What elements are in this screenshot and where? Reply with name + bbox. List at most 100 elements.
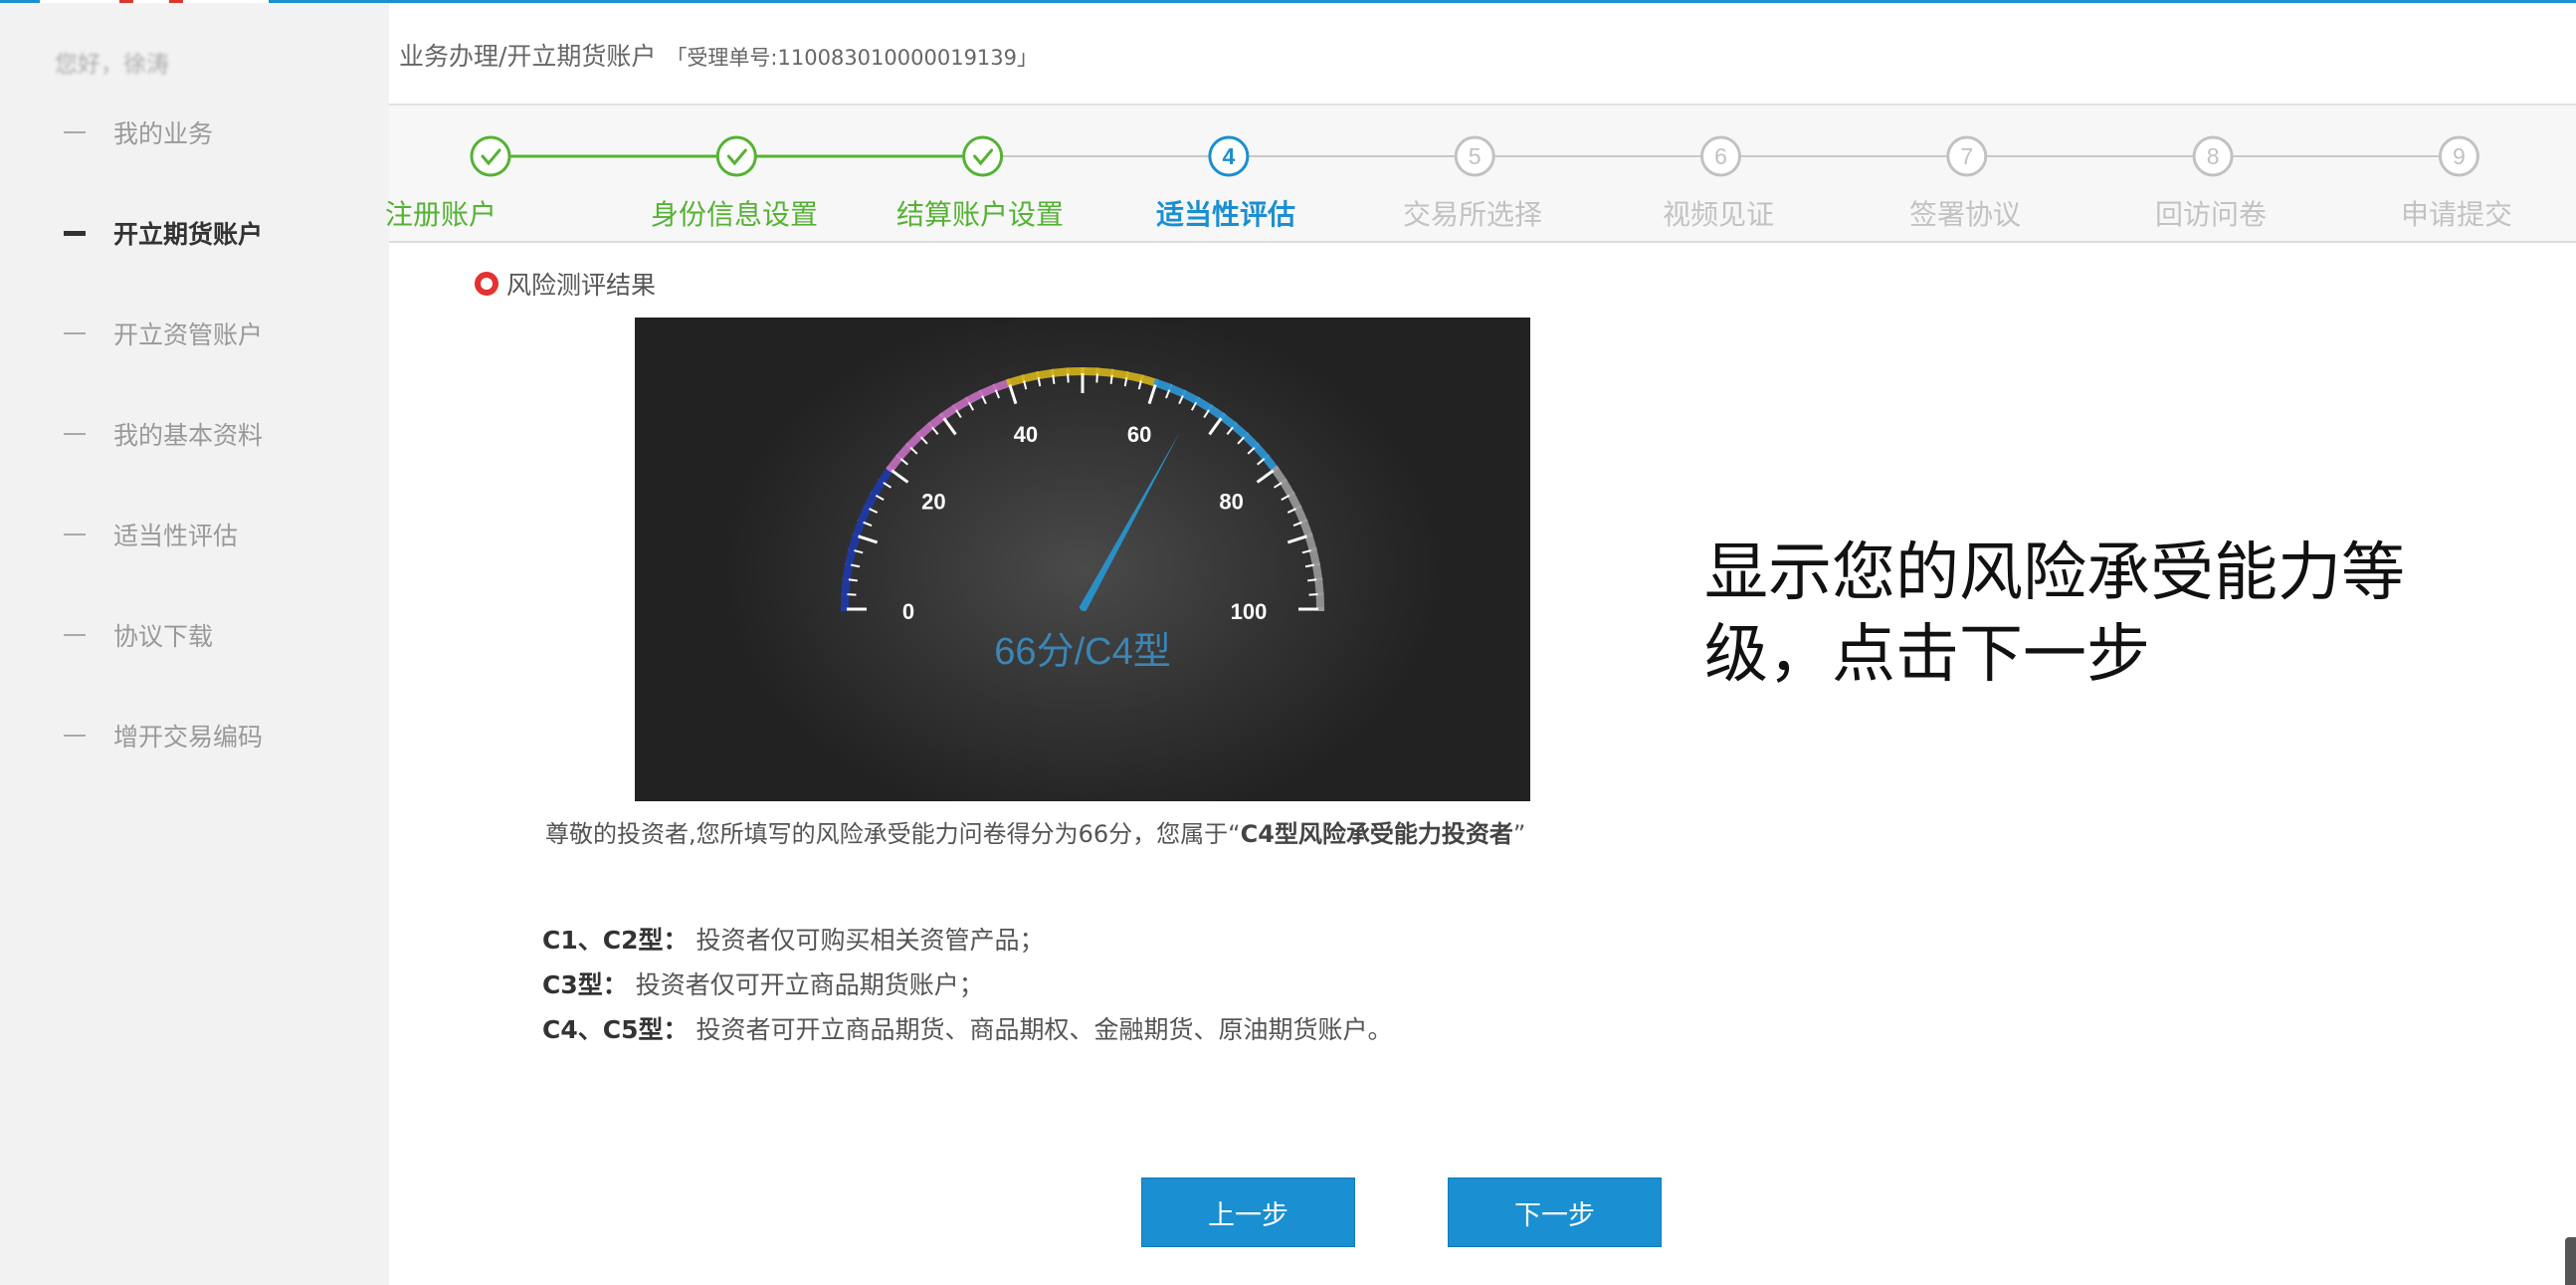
- gauge-tick-label: 0: [902, 599, 914, 624]
- next-step-button[interactable]: 下一步: [1448, 1178, 1662, 1247]
- user-greeting: 您好，徐涛: [55, 52, 169, 78]
- result-level: C4型风险承受能力投资者: [1240, 820, 1513, 848]
- sidebar-item-label: 我的业务: [113, 119, 214, 148]
- gauge-tick-label: 40: [1014, 422, 1038, 447]
- gauge-tick-color: [1305, 533, 1313, 538]
- risk-result-text: 尊敬的投资者,您所填写的风险承受能力问卷得分为66分，您属于“C4型风险承受能力…: [545, 814, 1525, 849]
- step-8-marker: 8: [2192, 135, 2234, 177]
- step-6-marker: 6: [1700, 135, 1741, 177]
- dash-icon: [64, 534, 86, 535]
- risk-gauge: 0 20 40 60 80 100 66分/C4型: [724, 318, 1441, 801]
- gauge-tick-color: [938, 412, 946, 420]
- step-1-marker: [470, 135, 511, 177]
- sidebar-item-my-business[interactable]: 我的业务: [64, 114, 213, 150]
- application-number: 「受理单号:110083010000019139」: [666, 46, 1039, 70]
- rule-text: 投资者可开立商品期货、商品期权、金融期货、原油期货账户。: [695, 1015, 1393, 1044]
- prev-step-button[interactable]: 上一步: [1141, 1178, 1355, 1247]
- sidebar-item-label: 增开交易编码: [113, 723, 264, 751]
- gauge-tick-label: 80: [1219, 489, 1243, 514]
- gauge-readout: 66分/C4型: [994, 631, 1170, 673]
- sidebar: 您好，徐涛 我的业务 开立期货账户 开立资管账户 我的基本资料 适当性评估 协议…: [0, 3, 389, 1285]
- gauge-tick-label: 100: [1231, 599, 1268, 624]
- step-label: 适当性评估: [1155, 198, 1296, 231]
- section-title-text: 风险测评结果: [506, 271, 657, 300]
- step-label: 申请提交: [2400, 198, 2513, 231]
- sidebar-item-open-asset-account[interactable]: 开立资管账户: [64, 316, 263, 351]
- sidebar-item-label: 开立资管账户: [113, 321, 264, 349]
- gauge-tick-color: [1124, 371, 1130, 378]
- step-label: 注册账户: [384, 198, 497, 231]
- step-number: 9: [2453, 143, 2466, 169]
- sidebar-item-label: 我的基本资料: [113, 421, 264, 450]
- section-title: 风险测评结果: [475, 266, 656, 302]
- gauge-tick-label: 60: [1127, 422, 1151, 447]
- step-7-marker: 7: [1946, 135, 1988, 177]
- gauge-tick-color: [1139, 374, 1144, 381]
- gauge-tick-color: [1219, 412, 1227, 420]
- gauge-tick-color: [852, 533, 860, 538]
- sidebar-item-open-futures-account[interactable]: 开立期货账户: [64, 215, 263, 251]
- radio-bullet-icon: [475, 272, 498, 296]
- breadcrumb: 业务办理/开立期货账户 「受理单号:110083010000019139」: [399, 37, 1038, 73]
- dash-icon: [64, 230, 86, 236]
- gauge-tick-color: [1051, 368, 1055, 376]
- step-label: 视频见证: [1662, 198, 1775, 231]
- rule-line: C1、C2型： 投资者仅可购买相关资管产品；: [542, 921, 1044, 957]
- gauge-tick-color: [1300, 519, 1308, 525]
- rule-type: C1、C2型：: [542, 926, 689, 955]
- sidebar-item-agreement-download[interactable]: 协议下载: [64, 617, 213, 653]
- gauge-tick-color: [1313, 561, 1320, 567]
- gauge-tick-color: [992, 383, 998, 391]
- dash-icon: [64, 634, 86, 636]
- step-number: 8: [2207, 143, 2220, 169]
- gauge-tick-label: 20: [921, 489, 945, 514]
- gauge-tick-color: [1272, 465, 1280, 473]
- result-suffix: ”: [1512, 820, 1526, 848]
- rule-line: C3型： 投资者仅可开立商品期货账户；: [542, 965, 984, 1001]
- sidebar-item-label: 开立期货账户: [113, 220, 264, 249]
- risk-gauge-panel: 0 20 40 60 80 100 66分/C4型: [635, 318, 1530, 801]
- result-prefix: 尊敬的投资者,您所填写的风险承受能力问卷得分为66分，您属于“: [545, 820, 1241, 848]
- gauge-tick-color: [1006, 378, 1012, 386]
- sidebar-item-label: 适当性评估: [113, 522, 239, 550]
- gauge-tick-color: [845, 561, 852, 567]
- dash-icon: [64, 433, 86, 435]
- rule-line: C4、C5型： 投资者可开立商品期货、商品期权、金融期货、原油期货账户。: [542, 1010, 1392, 1046]
- step-2-marker: [715, 135, 757, 177]
- step-label: 身份信息设置: [650, 198, 819, 231]
- gauge-tick-color: [1315, 577, 1323, 581]
- sidebar-item-suitability[interactable]: 适当性评估: [64, 517, 238, 552]
- gauge-tick-color: [886, 465, 893, 473]
- gauge-tick-color: [1035, 371, 1041, 378]
- gauge-tick-color: [857, 519, 865, 525]
- breadcrumb-path: 业务办理/开立期货账户: [399, 42, 657, 71]
- breadcrumb-bar: 业务办理/开立期货账户 「受理单号:110083010000019139」: [389, 3, 2576, 106]
- sidebar-item-label: 协议下载: [113, 622, 214, 651]
- rule-type: C4、C5型：: [542, 1015, 689, 1044]
- gauge-tick-color: [1310, 547, 1317, 552]
- step-number: 6: [1714, 143, 1727, 169]
- sidebar-item-add-trading-code[interactable]: 增开交易编码: [64, 718, 263, 753]
- step-9-marker: 9: [2438, 135, 2479, 177]
- dash-icon: [64, 735, 86, 737]
- step-number: 5: [1469, 143, 1482, 169]
- tutorial-annotation: 显示您的风险承受能力等级，点击下一步: [1704, 536, 2405, 692]
- step-3-marker: [962, 135, 1004, 177]
- step-label: 结算账户设置: [895, 198, 1065, 231]
- step-5-marker: 5: [1454, 135, 1495, 177]
- rule-text: 投资者仅可开立商品期货账户；: [635, 970, 984, 999]
- step-label: 回访问卷: [2154, 198, 2268, 231]
- gauge-tick-color: [1153, 378, 1159, 386]
- rule-type: C3型：: [542, 970, 628, 999]
- step-label: 签署协议: [1908, 198, 2022, 231]
- dash-icon: [64, 332, 86, 334]
- gauge-tick-color: [848, 547, 855, 552]
- gauge-tick-color: [1167, 383, 1173, 391]
- gauge-tick-color: [842, 577, 850, 581]
- step-label: 交易所选择: [1402, 198, 1543, 231]
- step-4-marker: 4: [1208, 135, 1250, 177]
- rule-text: 投资者仅可购买相关资管产品；: [695, 926, 1045, 955]
- progress-stepper: 4 5 6 7 8 9 注册账户 身份信息设置 结算账户设置 适当性评估 交易所选择 视频…: [385, 106, 2576, 243]
- sidebar-item-my-profile[interactable]: 我的基本资料: [64, 416, 263, 452]
- step-number: 4: [1223, 143, 1236, 169]
